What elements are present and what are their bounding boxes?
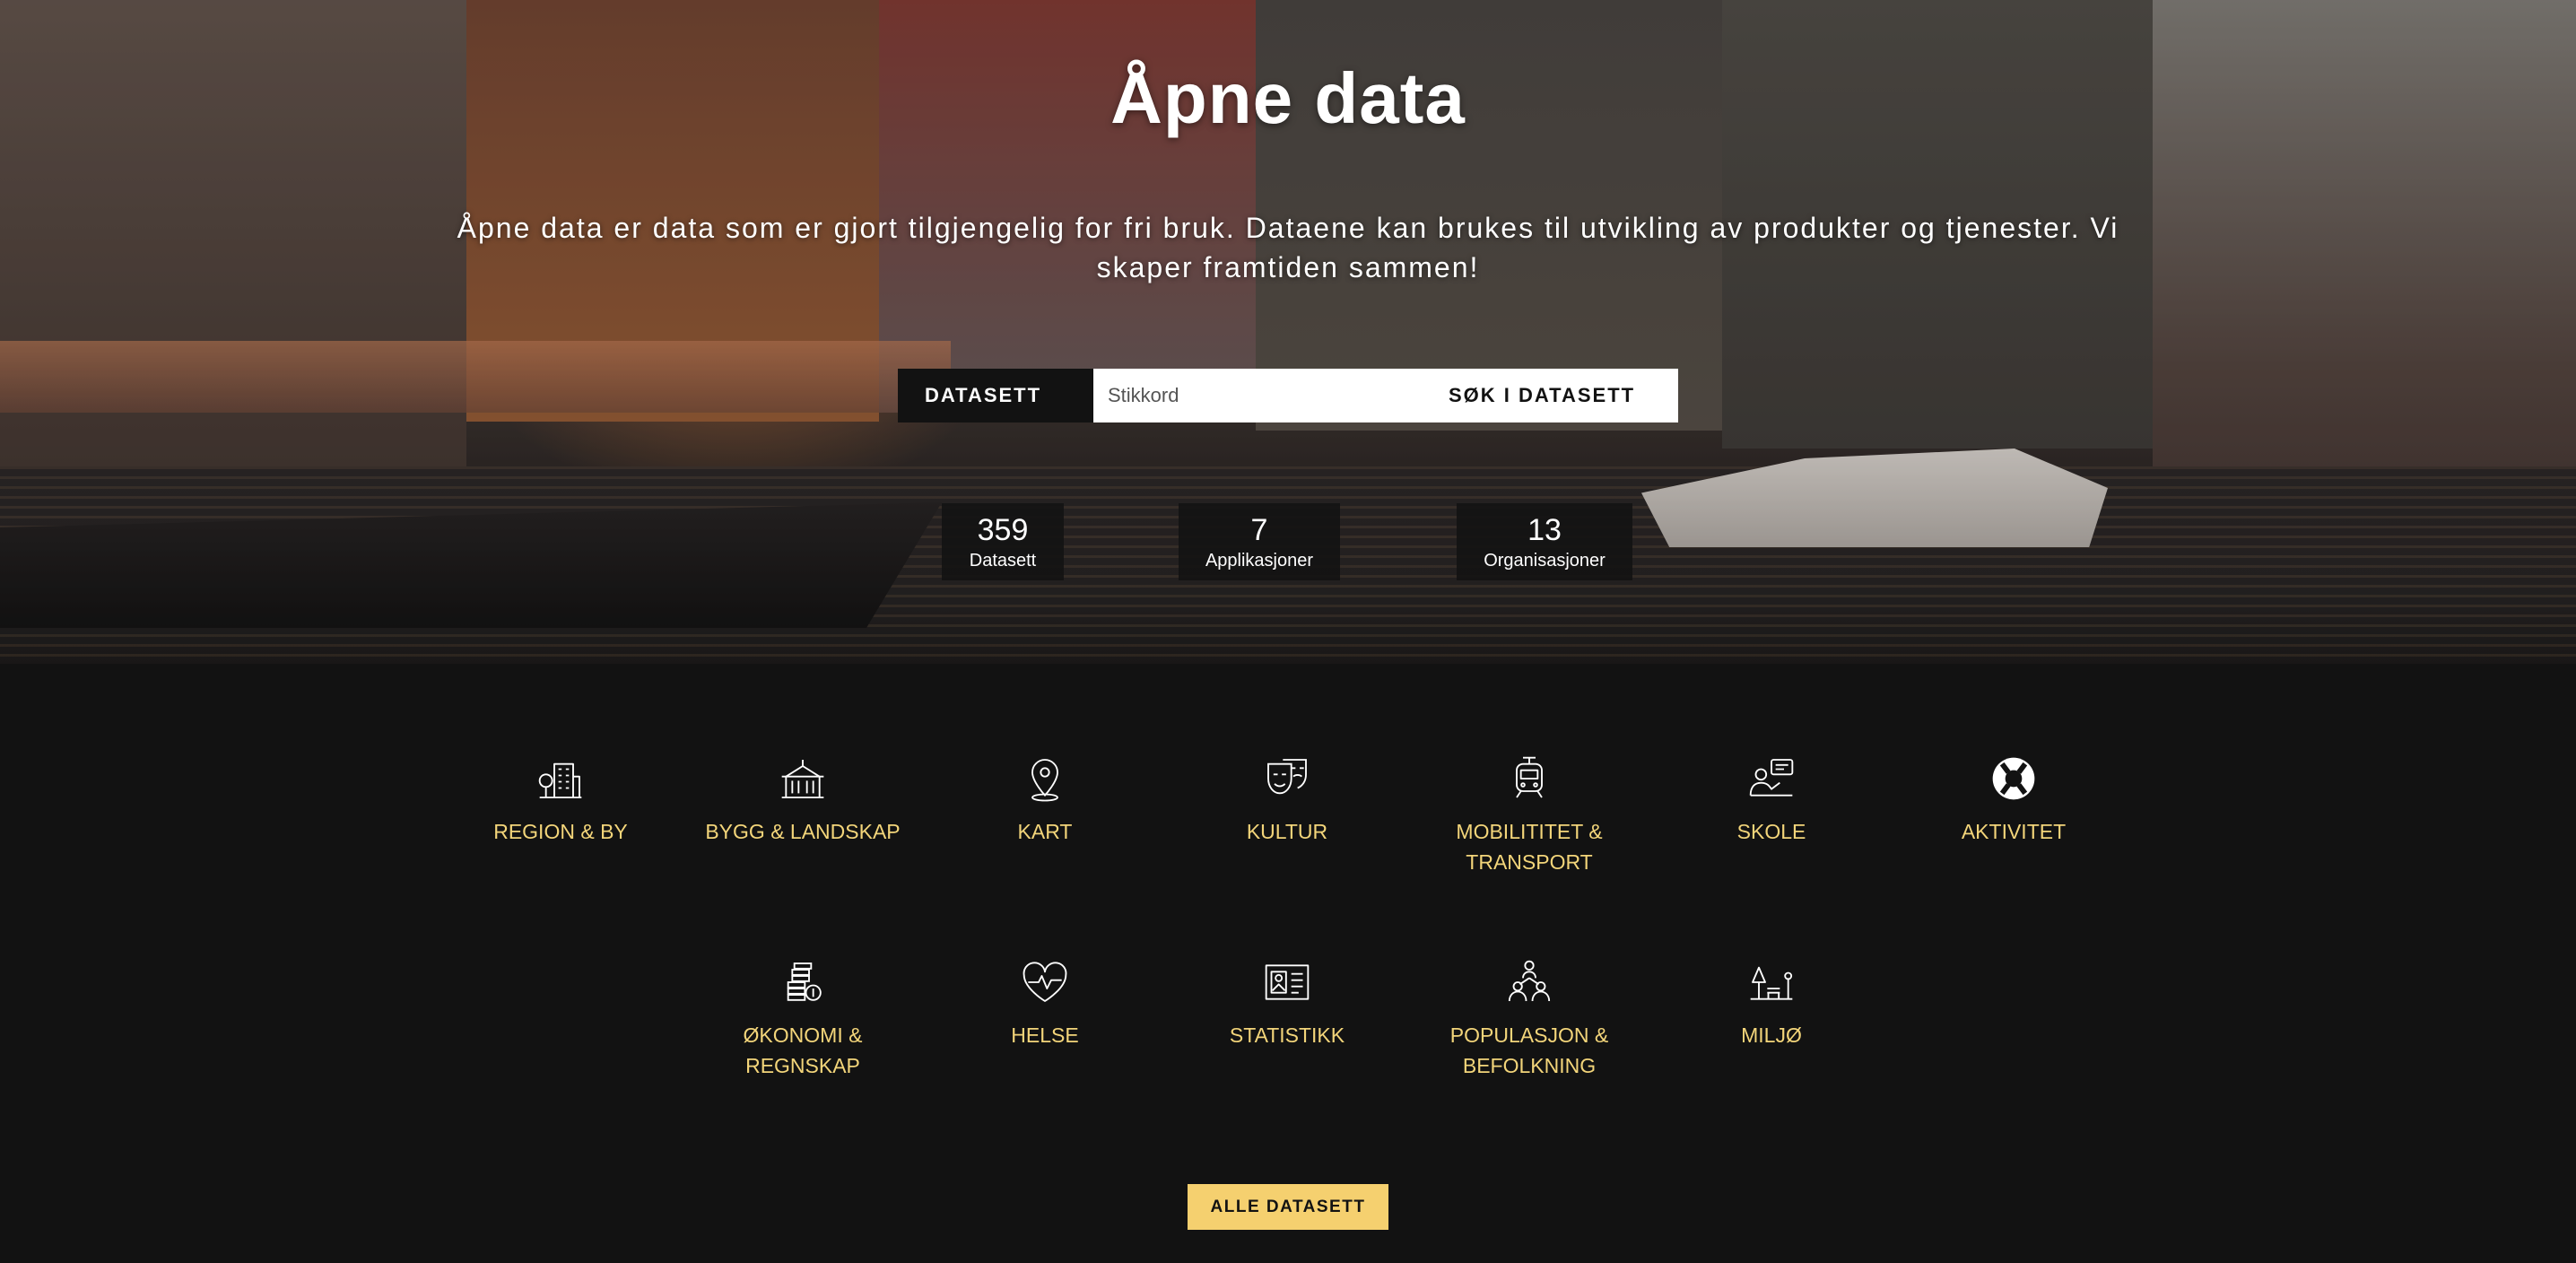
stat-value: 7 — [1250, 513, 1268, 547]
category-label: ØKONOMI & REGNSKAP — [743, 1023, 863, 1077]
category-label: STATISTIKK — [1229, 1023, 1345, 1047]
map-pin-icon — [1020, 753, 1070, 804]
category-mobilitet-transport[interactable]: MOBILITITET & TRANSPORT — [1431, 753, 1628, 877]
category-miljo[interactable]: MILJØ — [1673, 957, 1870, 1050]
stat-datasets[interactable]: 359 Datasett — [942, 503, 1064, 580]
category-kart[interactable]: KART — [946, 753, 1144, 847]
category-label: POPULASJON & BEFOLKNING — [1449, 1023, 1609, 1077]
search-input[interactable] — [1093, 369, 1436, 422]
lifebuoy-icon — [1989, 753, 2039, 804]
park-icon — [1746, 957, 1797, 1007]
category-bygg-landskap[interactable]: BYGG & LANDSKAP — [704, 753, 901, 847]
category-statistikk[interactable]: STATISTIKK — [1188, 957, 1386, 1050]
stats-card-icon — [1262, 957, 1312, 1007]
teacher-icon — [1746, 753, 1797, 804]
stat-label: Organisasjoner — [1484, 551, 1606, 571]
category-okonomi-regnskap[interactable]: ØKONOMI & REGNSKAP — [704, 957, 901, 1081]
building-icon — [778, 753, 828, 804]
category-region-by[interactable]: REGION & BY — [462, 753, 659, 847]
stat-label: Datasett — [969, 551, 1037, 571]
tram-icon — [1504, 753, 1554, 804]
theater-masks-icon — [1262, 753, 1312, 804]
category-label: SKOLE — [1736, 820, 1806, 843]
category-label: HELSE — [1011, 1023, 1079, 1047]
category-label: KART — [1017, 820, 1073, 843]
stat-organizations[interactable]: 13 Organisasjoner — [1457, 503, 1632, 580]
category-label: KULTUR — [1246, 820, 1328, 843]
category-label: MOBILITITET & TRANSPORT — [1456, 820, 1603, 874]
category-label: REGION & BY — [493, 820, 628, 843]
category-label: MILJØ — [1741, 1023, 1802, 1047]
search-datasets-button[interactable]: SØK I DATASETT — [1436, 369, 1678, 422]
category-label: BYGG & LANDSKAP — [705, 820, 901, 843]
category-skole[interactable]: SKOLE — [1673, 753, 1870, 847]
heart-pulse-icon — [1020, 957, 1070, 1007]
stat-value: 13 — [1527, 513, 1562, 547]
stat-value: 359 — [977, 513, 1029, 547]
all-datasets-button[interactable]: ALLE DATASETT — [1188, 1184, 1388, 1230]
category-helse[interactable]: HELSE — [946, 957, 1144, 1050]
city-icon — [535, 753, 586, 804]
stat-label: Applikasjoner — [1205, 551, 1314, 571]
category-label: AKTIVITET — [1961, 820, 2067, 843]
category-populasjon-befolkning[interactable]: POPULASJON & BEFOLKNING — [1431, 957, 1628, 1081]
category-aktivitet[interactable]: AKTIVITET — [1915, 753, 2112, 847]
page-title: Åpne data — [1110, 58, 1466, 138]
category-kultur[interactable]: KULTUR — [1188, 753, 1386, 847]
search-type-selector[interactable]: DATASETT — [898, 369, 1093, 422]
search-bar: DATASETT SØK I DATASETT — [898, 369, 1678, 422]
people-icon — [1504, 957, 1554, 1007]
hero-section: Åpne data Åpne data er data som er gjort… — [0, 0, 2576, 664]
coins-icon — [778, 957, 828, 1007]
stat-applications[interactable]: 7 Applikasjoner — [1179, 503, 1340, 580]
hero-description: Åpne data er data som er gjort tilgjenge… — [457, 212, 2119, 283]
